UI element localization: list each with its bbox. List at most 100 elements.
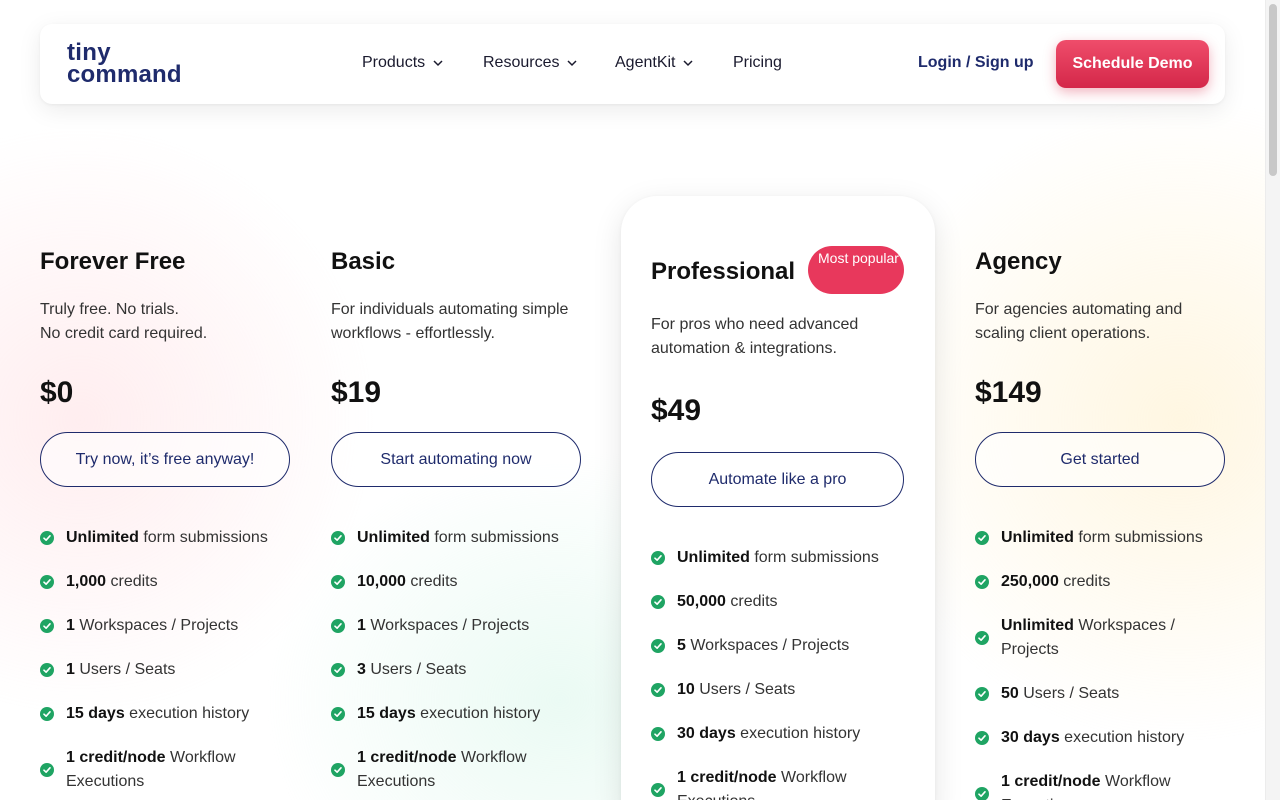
feature-highlight: 1 <box>66 661 75 678</box>
menu-resources[interactable]: Resources <box>483 54 578 72</box>
plan-card-forever-free: Forever Free Truly free. No trials. No c… <box>40 248 290 790</box>
plan-description-line: For pros who need advanced <box>651 316 859 333</box>
check-circle-icon <box>651 783 665 797</box>
check-circle-icon <box>651 595 665 609</box>
feature-item: 15 days execution history <box>40 702 290 726</box>
feature-highlight: Unlimited <box>1001 529 1074 546</box>
feature-text: Users / Seats <box>365 661 467 678</box>
check-circle-icon <box>975 631 989 645</box>
feature-highlight: Unlimited <box>1001 617 1074 634</box>
plan-cta-button[interactable]: Automate like a pro <box>651 452 904 507</box>
check-circle-icon <box>975 575 989 589</box>
feature-text: Workspaces / Projects <box>685 637 850 654</box>
feature-item: 30 days execution history <box>651 722 906 746</box>
check-circle-icon <box>40 763 54 777</box>
feature-highlight: 3 <box>357 661 366 678</box>
feature-item: 1 credit/node Workflow Executions <box>40 746 290 794</box>
login-signup-link[interactable]: Login / Sign up <box>918 54 1034 72</box>
feature-text: form submissions <box>749 549 879 566</box>
feature-highlight: Unlimited <box>357 529 430 546</box>
feature-highlight: 15 days <box>66 705 125 722</box>
chevron-down-icon <box>567 60 578 67</box>
chevron-down-icon <box>433 60 443 67</box>
plan-description-line: workflows - effortlessly. <box>331 325 495 342</box>
feature-highlight: 1 credit/node <box>1001 773 1101 790</box>
schedule-demo-button[interactable]: Schedule Demo <box>1056 40 1209 88</box>
plan-card-agency: Agency For agencies automating and scali… <box>975 248 1225 800</box>
check-circle-icon <box>651 727 665 741</box>
plan-card-basic: Basic For individuals automating simple … <box>331 248 581 790</box>
chevron-down-icon <box>683 60 694 67</box>
feature-item: 1 Workspaces / Projects <box>331 614 581 638</box>
feature-item: 3 Users / Seats <box>331 658 581 682</box>
plan-cta-button[interactable]: Get started <box>975 432 1225 487</box>
plan-price: $0 <box>40 376 74 409</box>
plan-cta-button[interactable]: Start automating now <box>331 432 581 487</box>
feature-highlight: 1 credit/node <box>66 749 166 766</box>
plan-description-line: For agencies automating and <box>975 301 1183 318</box>
feature-text: form submissions <box>138 529 268 546</box>
feature-highlight: Unlimited <box>66 529 139 546</box>
check-circle-icon <box>331 619 345 633</box>
feature-item: 1,000 credits <box>40 570 290 594</box>
feature-highlight: 5 <box>677 637 686 654</box>
feature-item: Unlimited form submissions <box>40 526 290 550</box>
check-circle-icon <box>40 707 54 721</box>
menu-resources-label: Resources <box>483 54 560 71</box>
feature-text: credits <box>1058 573 1111 590</box>
plan-description: For pros who need advanced automation & … <box>651 313 906 361</box>
feature-text: form submissions <box>429 529 559 546</box>
check-circle-icon <box>975 531 989 545</box>
plan-description-line: Truly free. No trials. <box>40 301 179 318</box>
check-circle-icon <box>651 551 665 565</box>
plan-name: Professional <box>651 258 796 285</box>
feature-highlight: 30 days <box>1001 729 1060 746</box>
check-circle-icon <box>975 731 989 745</box>
feature-highlight: 250,000 <box>1001 573 1059 590</box>
feature-highlight: Unlimited <box>677 549 750 566</box>
feature-item: 50,000 credits <box>651 590 906 614</box>
plan-name: Basic <box>331 248 396 275</box>
plan-price: $149 <box>975 376 1042 409</box>
feature-item: 1 credit/node Workflow Executions <box>651 766 906 800</box>
most-popular-badge: Most popular <box>808 246 904 294</box>
menu-pricing-label: Pricing <box>733 54 782 71</box>
feature-list: Unlimited form submissions 1,000 credits 1… <box>40 526 290 800</box>
menu-pricing[interactable]: Pricing <box>733 54 782 72</box>
feature-highlight: 50,000 <box>677 593 726 610</box>
plan-description-line: For individuals automating simple <box>331 301 569 318</box>
feature-text: execution history <box>1059 729 1185 746</box>
feature-text: Users / Seats <box>74 661 176 678</box>
plan-cta-button[interactable]: Try now, it’s free anyway! <box>40 432 290 487</box>
feature-text: execution history <box>415 705 541 722</box>
scrollbar-thumb[interactable] <box>1269 4 1277 176</box>
feature-item: 10,000 credits <box>331 570 581 594</box>
feature-highlight: 10 <box>677 681 695 698</box>
logo-line-2: command <box>67 61 182 88</box>
feature-item: Unlimited form submissions <box>331 526 581 550</box>
plan-description-line: automation & integrations. <box>651 340 837 357</box>
feature-text: Workspaces / Projects <box>74 617 239 634</box>
menu-products[interactable]: Products <box>362 54 444 72</box>
plan-name: Forever Free <box>40 248 186 275</box>
feature-text: execution history <box>735 725 861 742</box>
feature-highlight: 50 <box>1001 685 1019 702</box>
plan-description-line: No credit card required. <box>40 325 208 342</box>
feature-highlight: 1 credit/node <box>357 749 457 766</box>
feature-list: Unlimited form submissions 10,000 credits… <box>331 526 581 800</box>
menu-agentkit[interactable]: AgentKit <box>615 54 694 72</box>
plan-description-line: scaling client operations. <box>975 325 1151 342</box>
check-circle-icon <box>331 663 345 677</box>
page-scrollbar[interactable] <box>1265 0 1280 800</box>
tinycommand-logo[interactable]: tiny command <box>67 41 182 88</box>
plan-description: For individuals automating simple workfl… <box>331 298 581 346</box>
feature-text: form submissions <box>1073 529 1203 546</box>
feature-list: Unlimited form submissions 250,000 credit… <box>975 526 1225 800</box>
feature-item: Unlimited Workspaces / Projects <box>975 614 1225 662</box>
check-circle-icon <box>975 787 989 800</box>
check-circle-icon <box>331 707 345 721</box>
feature-highlight: 30 days <box>677 725 736 742</box>
check-circle-icon <box>40 531 54 545</box>
feature-item: 1 credit/node Workflow Executions <box>331 746 581 794</box>
check-circle-icon <box>331 575 345 589</box>
